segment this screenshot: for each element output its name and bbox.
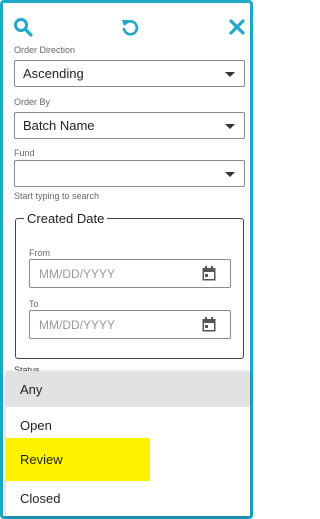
- status-dropdown-menu: Any Open Review Closed: [6, 371, 250, 516]
- filter-toolbar: [3, 15, 250, 45]
- calendar-icon[interactable]: [202, 266, 216, 281]
- status-option-review[interactable]: Review: [6, 438, 150, 481]
- fund-select[interactable]: [14, 160, 245, 187]
- to-date-placeholder: MM/DD/YYYY: [39, 317, 116, 332]
- from-date-input[interactable]: MM/DD/YYYY: [29, 259, 231, 288]
- order-direction-label: Order Direction: [14, 45, 76, 55]
- status-option-closed[interactable]: Closed: [6, 480, 250, 516]
- chevron-down-icon: [225, 124, 235, 129]
- to-date-input[interactable]: MM/DD/YYYY: [29, 310, 231, 339]
- from-date-placeholder: MM/DD/YYYY: [39, 266, 116, 281]
- order-by-select[interactable]: Batch Name: [14, 112, 245, 139]
- order-direction-select[interactable]: Ascending: [14, 60, 245, 87]
- chevron-down-icon: [225, 72, 235, 77]
- from-date-label: From: [29, 248, 50, 258]
- order-direction-value: Ascending: [23, 66, 84, 81]
- close-icon[interactable]: [225, 15, 249, 39]
- chevron-down-icon: [225, 172, 235, 177]
- to-date-label: To: [29, 299, 39, 309]
- order-by-value: Batch Name: [23, 118, 95, 133]
- created-date-legend: Created Date: [27, 211, 105, 226]
- order-by-label: Order By: [14, 97, 51, 107]
- status-option-any[interactable]: Any: [6, 371, 250, 407]
- created-date-group: Created Date From MM/DD/YYYY To MM/DD/YY…: [15, 211, 244, 359]
- search-icon[interactable]: [11, 15, 35, 39]
- fund-label: Fund: [14, 148, 35, 158]
- calendar-icon[interactable]: [202, 317, 216, 332]
- fund-hint: Start typing to search: [14, 191, 100, 201]
- reset-icon[interactable]: [118, 15, 142, 39]
